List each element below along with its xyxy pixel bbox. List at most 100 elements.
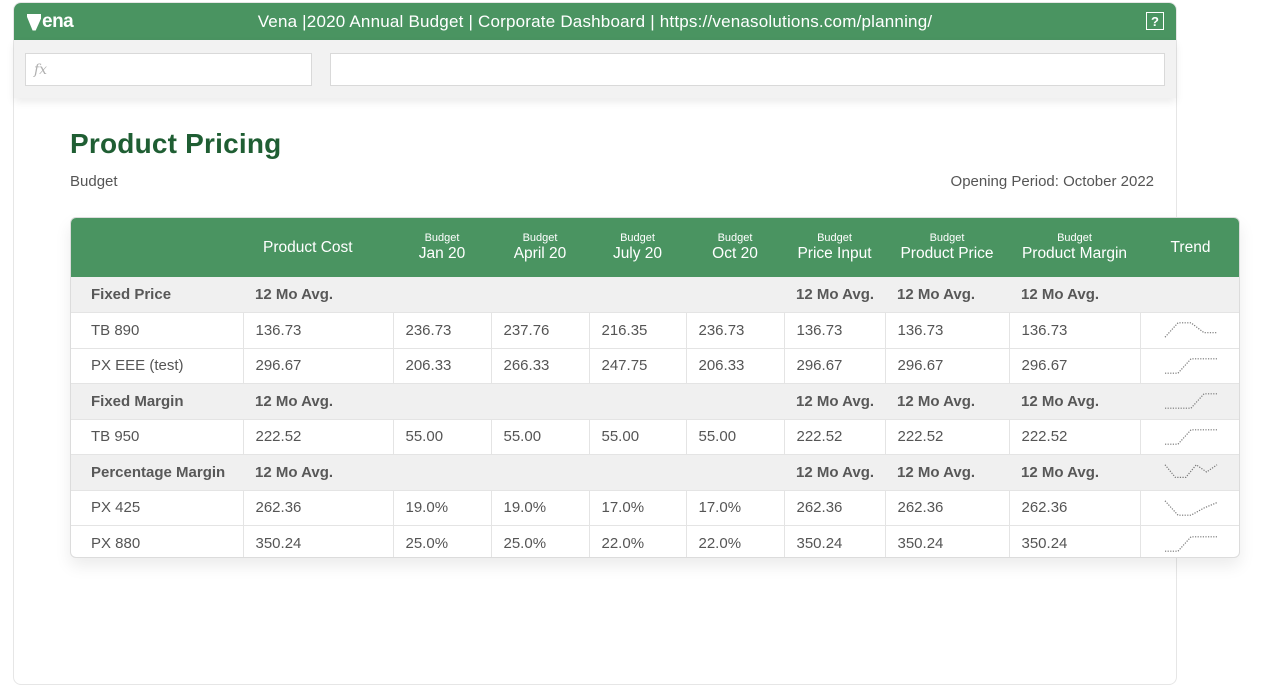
table-cell[interactable]: 22.0%	[589, 525, 687, 557]
table-cell[interactable]: 55.00	[589, 419, 687, 455]
table-cell[interactable]: 25.0%	[393, 525, 492, 557]
table-cell[interactable]: 350.24	[243, 525, 394, 557]
table-cell[interactable]: 296.67	[243, 348, 394, 384]
column-header-product-cost[interactable]: Product Cost	[243, 218, 393, 277]
column-header-july-20[interactable]: Budget July 20	[589, 218, 686, 277]
table-cell: 12 Mo Avg.	[885, 454, 1009, 491]
header-sublabel: Budget	[817, 232, 852, 244]
table-header-row: Product Cost Budget Jan 20 Budget April 20 Bu…	[71, 218, 1239, 277]
header-sublabel: Budget	[717, 232, 753, 244]
table-cell[interactable]: 262.36	[784, 490, 886, 526]
help-icon: ?	[1151, 13, 1159, 29]
sparkline-icon	[1164, 357, 1217, 374]
table-cell[interactable]: 206.33	[686, 348, 785, 384]
table-cell[interactable]: 55.00	[393, 419, 492, 455]
row-label: Fixed Margin	[71, 383, 243, 420]
help-button[interactable]: ?	[1146, 12, 1164, 30]
table-cell[interactable]: 262.36	[885, 490, 1010, 526]
trend-cell	[1140, 419, 1239, 455]
pricing-table: Product Cost Budget Jan 20 Budget April 20 Bu…	[71, 218, 1239, 557]
column-header-price-input[interactable]: Budget Price Input	[784, 218, 885, 277]
table-cell[interactable]: 25.0%	[491, 525, 590, 557]
table-cell: 12 Mo Avg.	[1009, 454, 1140, 491]
table-cell[interactable]: 136.73	[1009, 312, 1141, 349]
row-label: TB 890	[71, 312, 244, 349]
table-cell: 12 Mo Avg.	[1009, 277, 1140, 313]
table-cell	[491, 383, 589, 420]
table-cell[interactable]: 296.67	[784, 348, 886, 384]
table-cell[interactable]: 136.73	[885, 312, 1010, 349]
row-label: TB 950	[71, 419, 244, 455]
formula-bar: fx	[14, 40, 1176, 98]
sparkline-series	[1164, 357, 1217, 374]
fx-icon: fx	[34, 61, 48, 78]
column-header-product-margin[interactable]: Budget Product Margin	[1009, 218, 1140, 277]
group-row: Fixed Price 12 Mo Avg. 12 Mo Avg. 12 Mo Avg…	[71, 277, 1239, 313]
header-label: July 20	[612, 245, 663, 262]
table-cell[interactable]: 350.24	[784, 525, 886, 557]
page-title: Product Pricing	[70, 128, 282, 159]
sparkline-series	[1164, 428, 1217, 445]
sparkline-series	[1164, 500, 1217, 516]
table-cell[interactable]: 17.0%	[686, 490, 785, 526]
table-cell: 12 Mo Avg.	[885, 277, 1009, 313]
table-cell[interactable]: 222.52	[1009, 419, 1141, 455]
column-header-product-price[interactable]: Budget Product Price	[885, 218, 1009, 277]
table-cell[interactable]: 55.00	[686, 419, 785, 455]
table-cell[interactable]: 136.73	[784, 312, 886, 349]
table-cell[interactable]: 350.24	[1009, 525, 1141, 557]
table-cell[interactable]: 296.67	[1009, 348, 1141, 384]
table-cell[interactable]: 222.52	[885, 419, 1010, 455]
column-header-trend[interactable]: Trend	[1140, 218, 1239, 277]
vena-logo-mark-icon	[27, 13, 41, 31]
header-label: April 20	[513, 245, 567, 262]
sparkline-series	[1164, 393, 1217, 410]
header-label: Product Margin	[1021, 245, 1128, 262]
header-label: Jan 20	[418, 245, 466, 262]
row-label: PX EEE (test)	[71, 348, 244, 384]
table-cell	[686, 383, 784, 420]
table-cell	[393, 277, 491, 313]
header-label: Oct 20	[712, 245, 758, 262]
table-cell[interactable]: 17.0%	[589, 490, 687, 526]
table-cell[interactable]: 55.00	[491, 419, 590, 455]
sparkline-icon	[1164, 428, 1217, 445]
table-cell[interactable]: 266.33	[491, 348, 590, 384]
table-cell[interactable]: 236.73	[393, 312, 492, 349]
table-cell[interactable]: 350.24	[885, 525, 1010, 557]
table-cell[interactable]: 216.35	[589, 312, 687, 349]
table-cell[interactable]: 262.36	[243, 490, 394, 526]
table-cell: 12 Mo Avg.	[784, 383, 885, 420]
table-cell[interactable]: 247.75	[589, 348, 687, 384]
header-label: Product Cost	[263, 238, 353, 256]
table-cell[interactable]: 262.36	[1009, 490, 1141, 526]
sparkline-icon	[1164, 393, 1217, 410]
trend-cell	[1140, 312, 1239, 349]
header-label: Trend	[1170, 238, 1211, 256]
sparkline-icon	[1164, 500, 1217, 516]
table-cell[interactable]: 236.73	[686, 312, 785, 349]
pricing-table-card: Product Cost Budget Jan 20 Budget April 20 Bu…	[70, 217, 1240, 558]
vena-logo: ena	[27, 11, 74, 33]
column-header-label[interactable]	[71, 218, 243, 277]
column-header-oct-20[interactable]: Budget Oct 20	[686, 218, 784, 277]
column-header-jan-20[interactable]: Budget Jan 20	[393, 218, 491, 277]
table-cell[interactable]: 206.33	[393, 348, 492, 384]
column-header-april-20[interactable]: Budget April 20	[491, 218, 589, 277]
formula-input[interactable]: fx	[25, 53, 312, 86]
table-cell[interactable]: 222.52	[784, 419, 886, 455]
header-sublabel: Budget	[424, 232, 460, 244]
header-sublabel: Budget	[620, 232, 655, 244]
table-cell[interactable]: 237.76	[491, 312, 590, 349]
table-cell[interactable]: 19.0%	[491, 490, 590, 526]
page-subtitle: Budget	[70, 173, 118, 190]
table-cell	[491, 277, 589, 313]
table-cell[interactable]: 22.0%	[686, 525, 785, 557]
table-cell[interactable]: 19.0%	[393, 490, 492, 526]
row-label: Fixed Price	[71, 277, 243, 313]
table-cell[interactable]: 222.52	[243, 419, 394, 455]
table-cell[interactable]: 136.73	[243, 312, 394, 349]
table-cell[interactable]: 296.67	[885, 348, 1010, 384]
row-label: PX 880	[71, 525, 244, 557]
cell-value-input[interactable]	[330, 53, 1165, 86]
